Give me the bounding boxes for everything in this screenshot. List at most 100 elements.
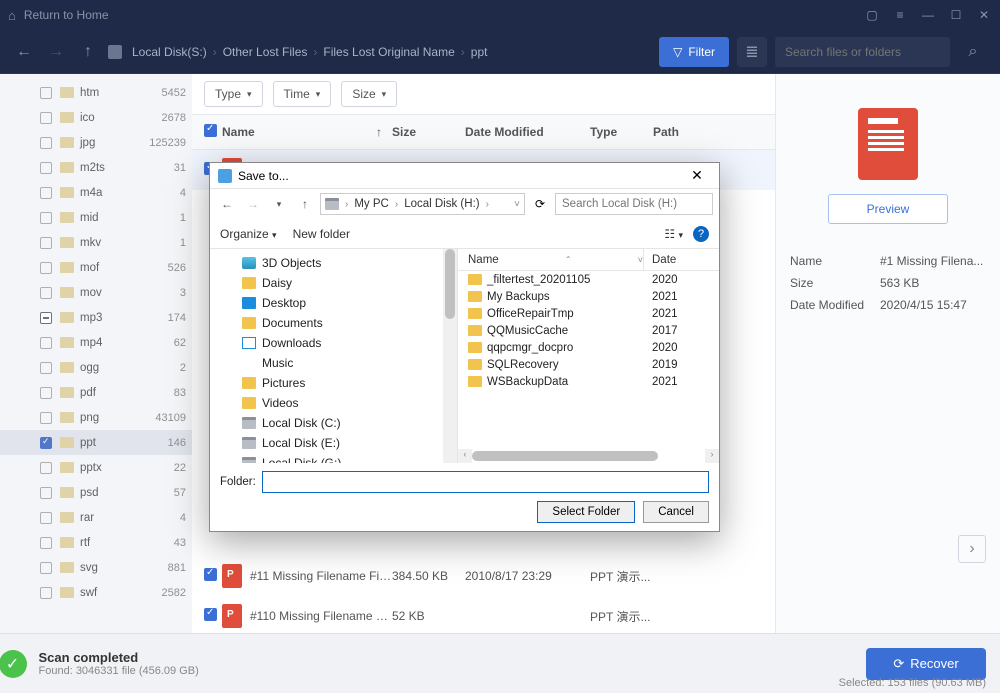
sidebar-item[interactable]: htm5452 <box>0 80 192 105</box>
checkbox[interactable] <box>40 587 52 599</box>
recover-button[interactable]: ⟳ Recover <box>866 648 986 680</box>
checkbox[interactable] <box>40 537 52 549</box>
tree-item[interactable]: Local Disk (E:) <box>210 433 457 453</box>
tree-item[interactable]: Videos <box>210 393 457 413</box>
checkbox[interactable] <box>40 337 52 349</box>
dlg-search-input[interactable] <box>555 193 713 215</box>
checkbox[interactable] <box>40 162 52 174</box>
tree-item[interactable]: Music <box>210 353 457 373</box>
dialog-close-icon[interactable]: ✕ <box>683 166 711 186</box>
sidebar-item[interactable]: rar4 <box>0 505 192 530</box>
list-item[interactable]: My Backups2021 <box>458 288 719 305</box>
list-item[interactable]: SQLRecovery2019 <box>458 356 719 373</box>
dlg-up-icon[interactable]: ↑ <box>294 193 316 215</box>
dlg-address-bar[interactable]: › My PC › Local Disk (H:) › ˅ <box>320 193 525 215</box>
next-file-icon[interactable]: › <box>958 535 986 563</box>
tree-item[interactable]: Local Disk (G:) <box>210 453 457 463</box>
checkbox[interactable] <box>40 312 52 324</box>
view-list-icon[interactable]: ≣ <box>737 37 767 67</box>
row-checkbox[interactable] <box>204 608 217 621</box>
sidebar-item[interactable]: png43109 <box>0 405 192 430</box>
list-item[interactable]: _filtertest_202011052020 <box>458 271 719 288</box>
address-dropdown-icon[interactable]: ˅ <box>514 199 520 210</box>
organize-dropdown[interactable]: Organize ▾ <box>220 227 277 241</box>
dlg-back-icon[interactable]: ← <box>216 193 238 215</box>
up-icon[interactable]: ↑ <box>76 40 100 64</box>
crumb-disk[interactable]: Local Disk(S:) <box>132 45 207 59</box>
list-item[interactable]: OfficeRepairTmp2021 <box>458 305 719 322</box>
checkbox[interactable] <box>40 412 52 424</box>
tree-item[interactable]: Local Disk (C:) <box>210 413 457 433</box>
select-all-checkbox[interactable] <box>204 124 217 137</box>
crumb-2[interactable]: Files Lost Original Name <box>323 45 454 59</box>
tree-item[interactable]: 3D Objects <box>210 253 457 273</box>
tree-item[interactable]: Documents <box>210 313 457 333</box>
sidebar-item[interactable]: jpg125239 <box>0 130 192 155</box>
dlg-recent-icon[interactable]: ▾ <box>268 193 290 215</box>
checkbox[interactable] <box>40 112 52 124</box>
dlg-col-date[interactable]: Date <box>644 249 719 270</box>
tree-item[interactable]: Daisy <box>210 273 457 293</box>
filter-time-dropdown[interactable]: Time▾ <box>273 81 332 107</box>
checkbox[interactable] <box>40 237 52 249</box>
sidebar-item[interactable]: ppt146 <box>0 430 192 455</box>
sidebar-item[interactable]: mp462 <box>0 330 192 355</box>
crumb-3[interactable]: ppt <box>471 45 488 59</box>
checkbox[interactable] <box>40 212 52 224</box>
folder-name-input[interactable] <box>262 471 709 493</box>
crumb-1[interactable]: Other Lost Files <box>223 45 308 59</box>
new-folder-button[interactable]: New folder <box>293 227 350 241</box>
sidebar-item[interactable]: mid1 <box>0 205 192 230</box>
col-name[interactable]: Name↑ <box>222 125 392 139</box>
back-icon[interactable]: ← <box>12 40 36 64</box>
checkbox[interactable] <box>40 137 52 149</box>
preview-button[interactable]: Preview <box>828 194 948 224</box>
col-path[interactable]: Path <box>653 125 775 139</box>
home-icon[interactable]: ⌂ <box>8 8 16 23</box>
refresh-icon[interactable]: ⟳ <box>529 193 551 215</box>
sidebar-item[interactable]: mof526 <box>0 255 192 280</box>
filter-size-dropdown[interactable]: Size▾ <box>341 81 397 107</box>
maximize-icon[interactable]: ☐ <box>948 7 964 23</box>
sidebar-item[interactable]: mp3174 <box>0 305 192 330</box>
cancel-button[interactable]: Cancel <box>643 501 709 523</box>
tree-item[interactable]: Desktop <box>210 293 457 313</box>
checkbox[interactable] <box>40 437 52 449</box>
sidebar-item[interactable]: pdf83 <box>0 380 192 405</box>
checkbox[interactable] <box>40 287 52 299</box>
dlg-col-name[interactable]: Name⌃˅ <box>458 249 644 270</box>
select-folder-button[interactable]: Select Folder <box>537 501 635 523</box>
sidebar-item[interactable]: mov3 <box>0 280 192 305</box>
checkbox[interactable] <box>40 262 52 274</box>
sidebar-item[interactable]: swf2582 <box>0 580 192 605</box>
help-icon[interactable]: ? <box>693 226 709 242</box>
row-checkbox[interactable] <box>204 568 217 581</box>
sidebar-item[interactable]: ico2678 <box>0 105 192 130</box>
layout-icon[interactable]: ▢ <box>864 7 880 23</box>
search-icon[interactable]: ⌕ <box>958 37 988 67</box>
tree-item[interactable]: Pictures <box>210 373 457 393</box>
view-mode-icon[interactable]: ☷ ▾ <box>664 227 683 241</box>
sidebar-tree[interactable]: htm5452ico2678jpg125239m2ts31m4a4mid1mkv… <box>0 74 192 633</box>
close-icon[interactable]: ✕ <box>976 7 992 23</box>
minimize-icon[interactable]: — <box>920 7 936 23</box>
checkbox[interactable] <box>40 462 52 474</box>
col-size[interactable]: Size <box>392 125 465 139</box>
checkbox[interactable] <box>40 562 52 574</box>
checkbox[interactable] <box>40 387 52 399</box>
horizontal-scrollbar[interactable]: ‹› <box>458 449 719 463</box>
filter-button[interactable]: ▽ Filter <box>659 37 729 67</box>
tree-scrollbar[interactable] <box>443 249 457 463</box>
checkbox[interactable] <box>40 362 52 374</box>
sidebar-item[interactable]: m2ts31 <box>0 155 192 180</box>
dialog-tree[interactable]: 3D ObjectsDaisyDesktopDocumentsDownloads… <box>210 249 458 463</box>
sidebar-item[interactable]: ogg2 <box>0 355 192 380</box>
col-type[interactable]: Type <box>590 125 653 139</box>
checkbox[interactable] <box>40 487 52 499</box>
tree-item[interactable]: Downloads <box>210 333 457 353</box>
sidebar-item[interactable]: rtf43 <box>0 530 192 555</box>
path-mypc[interactable]: My PC <box>354 198 389 210</box>
sidebar-item[interactable]: svg881 <box>0 555 192 580</box>
filter-type-dropdown[interactable]: Type▾ <box>204 81 263 107</box>
checkbox[interactable] <box>40 187 52 199</box>
